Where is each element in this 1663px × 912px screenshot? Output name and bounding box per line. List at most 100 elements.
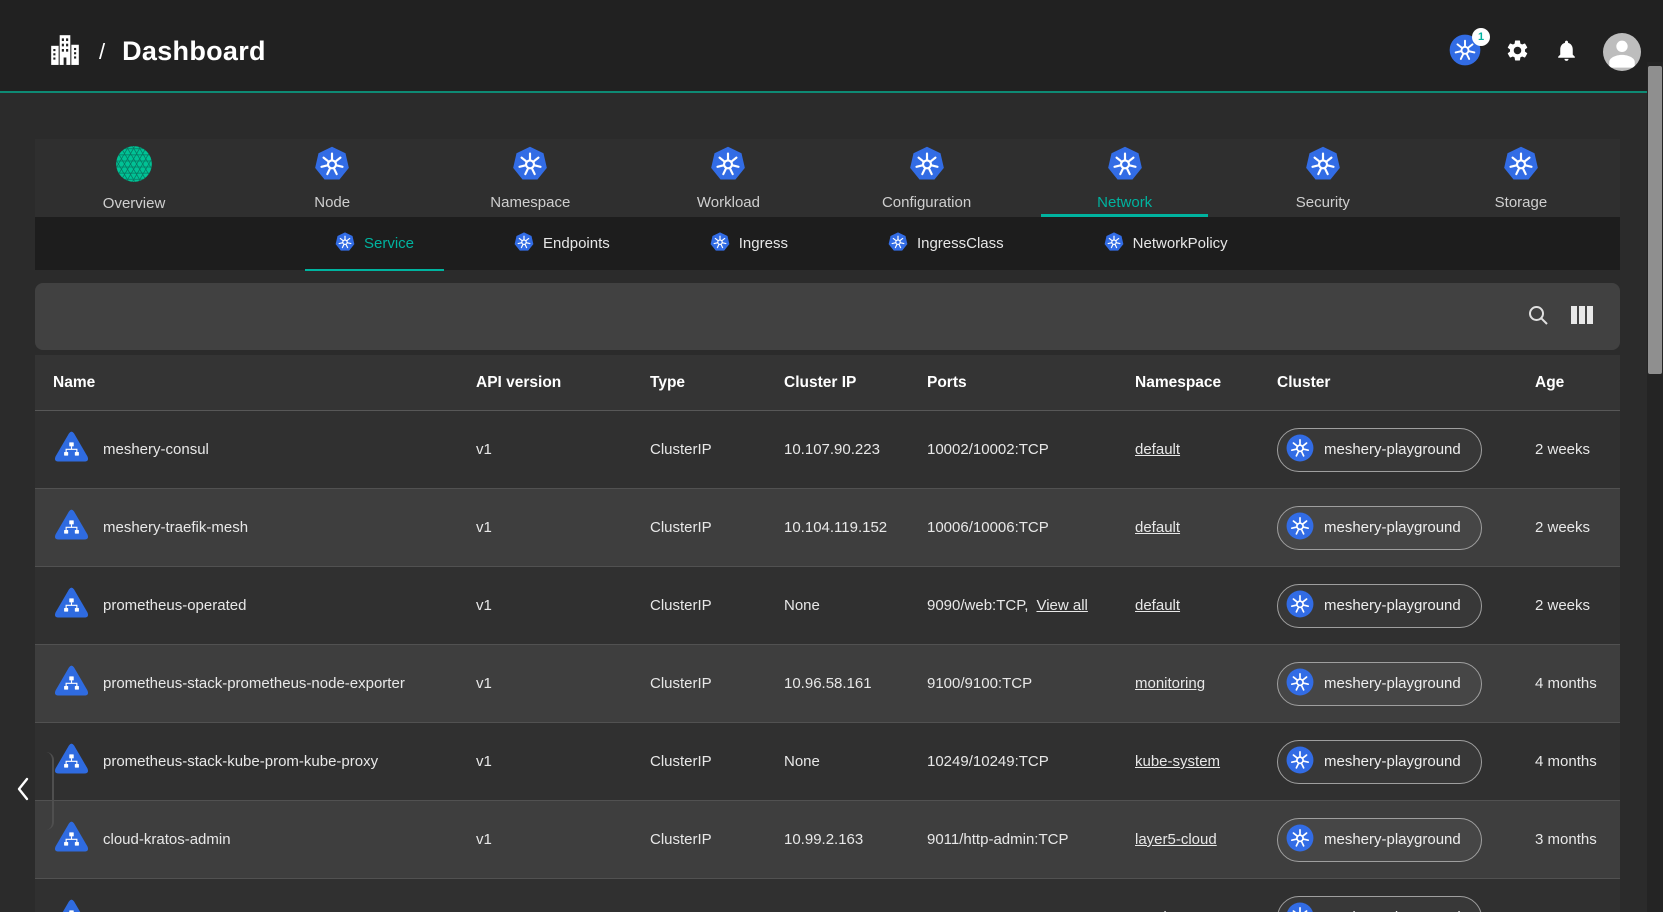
kubernetes-icon [710,146,746,187]
age-cell: 2 weeks [1517,441,1620,458]
cluster-cell: meshery-playground [1259,506,1517,550]
search-button[interactable] [1526,303,1550,330]
kubernetes-icon [1503,146,1539,187]
header-breadcrumb: / Dashboard [48,32,266,71]
notifications-button[interactable] [1554,38,1579,66]
name-cell: meshery-traefik-mesh [35,507,458,548]
view-columns-button[interactable] [1570,304,1594,329]
cluster-chip[interactable]: meshery-playground [1277,818,1482,862]
context-count-badge: 1 [1472,28,1490,46]
kubernetes-icon [1286,668,1314,700]
service-name: meshery-traefik-mesh [103,519,248,536]
settings-button[interactable] [1505,38,1530,66]
scrollbar-thumb[interactable] [1648,66,1662,374]
ports-cell: 10002/10002:TCP [909,441,1117,458]
namespace-link[interactable]: default [1135,519,1180,536]
api-version-cell: v1 [458,675,632,692]
ports-cell: 10249/10249:TCP [909,753,1117,770]
namespace-link[interactable]: monitoring [1135,675,1205,692]
name-cell: prometheus-operated [35,585,458,626]
namespace-link[interactable]: layer5-cloud [1135,831,1217,848]
cluster-cell: meshery-playground [1259,818,1517,862]
subtab-service[interactable]: Service [335,232,414,256]
cluster-chip[interactable]: meshery-playground [1277,506,1482,550]
tab-network[interactable]: Network [1026,139,1224,217]
kubernetes-context-button[interactable]: 1 [1449,34,1481,69]
tab-label: Security [1296,194,1350,211]
tab-overview[interactable]: Overview [35,139,233,217]
subtab-label: Ingress [739,235,788,252]
service-icon [53,429,90,470]
page-scrollbar[interactable] [1647,62,1663,912]
namespace-link[interactable]: default [1135,597,1180,614]
cluster-cell: meshery-playground [1259,662,1517,706]
api-version-cell: v1 [458,831,632,848]
cluster-ip-cell: None [766,597,909,614]
namespace-cell: monitoring [1117,675,1259,692]
column-header-ports: Ports [909,374,1117,392]
column-header-name: Name [35,374,458,392]
subtab-label: NetworkPolicy [1133,235,1228,252]
cluster-cell: meshery-playground [1259,740,1517,784]
ports-value: 9011/http-admin:TCP [927,831,1068,848]
resource-card: Overview Node Namespace Workload Configu… [35,139,1620,270]
tab-node[interactable]: Node [233,139,431,217]
ports-view-all-link[interactable]: View all [1036,597,1087,614]
user-avatar[interactable] [1603,33,1641,71]
cluster-chip-label: meshery-playground [1324,675,1461,692]
tab-namespace[interactable]: Namespace [431,139,629,217]
header-actions: 1 [1449,33,1641,71]
service-icon [53,507,90,548]
kubernetes-icon [1286,434,1314,466]
cluster-chip[interactable]: meshery-playground [1277,662,1482,706]
cluster-chip[interactable]: meshery-playground [1277,584,1482,628]
tab-storage[interactable]: Storage [1422,139,1620,217]
subtab-label: IngressClass [917,235,1004,252]
chevron-left-icon [15,776,31,807]
cluster-cell: meshery-playground [1259,584,1517,628]
breadcrumb-separator: / [99,39,105,65]
kubernetes-icon [1286,746,1314,778]
building-icon [48,32,82,71]
name-cell: prometheus-stack-prometheus-node-exporte… [35,663,458,704]
app-header: / Dashboard 1 [0,0,1663,91]
namespace-cell: default [1117,441,1259,458]
column-header-cluster-ip: Cluster IP [766,374,909,392]
cluster-chip-label: meshery-playground [1324,753,1461,770]
search-icon [1526,303,1550,330]
person-icon [1605,36,1639,71]
name-cell: meshery-consul [35,429,458,470]
tab-configuration[interactable]: Configuration [828,139,1026,217]
type-cell: ClusterIP [632,753,766,770]
bell-icon [1554,38,1579,66]
table-row: cloud-kratos-admin v1 ClusterIP 10.99.2.… [35,801,1620,879]
subtab-label: Endpoints [543,235,610,252]
cluster-ip-cell: 10.96.58.161 [766,675,909,692]
type-cell: ClusterIP [632,831,766,848]
name-cell [35,897,458,912]
cluster-chip[interactable]: meshery-playground [1277,896,1482,912]
table-body: meshery-consul v1 ClusterIP 10.107.90.22… [35,411,1620,912]
service-icon [53,663,90,704]
service-name: prometheus-stack-kube-prom-kube-proxy [103,753,378,770]
cluster-chip[interactable]: meshery-playground [1277,428,1482,472]
namespace-link[interactable]: kube-system [1135,753,1220,770]
namespace-cell: default [1117,519,1259,536]
tab-security[interactable]: Security [1224,139,1422,217]
cluster-chip[interactable]: meshery-playground [1277,740,1482,784]
cluster-ip-cell: 10.99.2.163 [766,831,909,848]
subtab-ingress[interactable]: Ingress [710,232,788,256]
subtab-networkpolicy[interactable]: NetworkPolicy [1104,232,1228,256]
resource-tabs: Overview Node Namespace Workload Configu… [35,139,1620,217]
sidebar-collapse-toggle[interactable] [0,752,54,830]
namespace-link[interactable]: default [1135,441,1180,458]
tab-label: Node [314,194,350,211]
service-icon [53,585,90,626]
subtab-endpoints[interactable]: Endpoints [514,232,610,256]
age-cell: 2 weeks [1517,519,1620,536]
ports-cell: 9090/web:TCP,View all [909,597,1117,614]
subtab-ingressclass[interactable]: IngressClass [888,232,1004,256]
tab-workload[interactable]: Workload [629,139,827,217]
type-cell: ClusterIP [632,597,766,614]
table-row: prometheus-operated v1 ClusterIP None 90… [35,567,1620,645]
